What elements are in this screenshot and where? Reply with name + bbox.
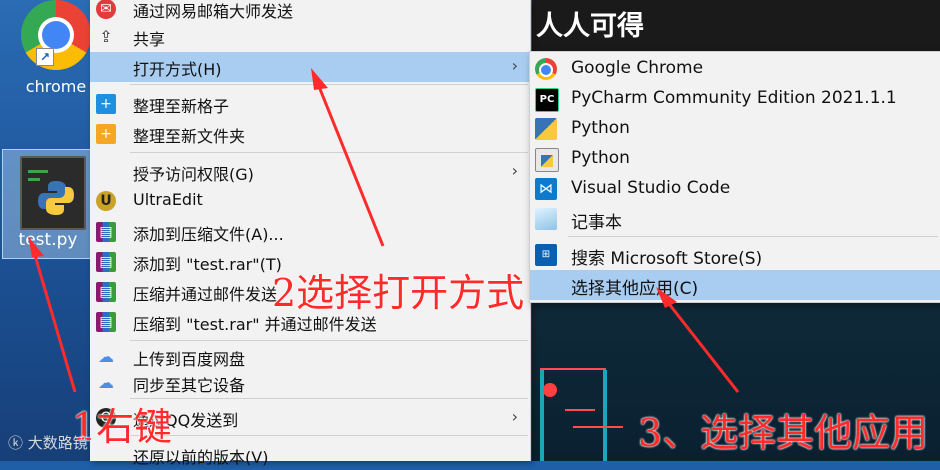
arrow-step1-head bbox=[28, 236, 44, 257]
arrow-step3-head bbox=[656, 287, 677, 308]
watermark: ⓚ 大数路镜 bbox=[8, 434, 88, 452]
annotation-arrows bbox=[28, 68, 740, 393]
arrow-step1 bbox=[32, 251, 77, 393]
arrow-step3 bbox=[664, 299, 740, 393]
arrow-step2 bbox=[316, 83, 385, 247]
annotation-step-2: 2选择打开方式 bbox=[272, 271, 525, 315]
arrow-step2-head bbox=[311, 68, 328, 90]
watermark-logo-icon: ⓚ bbox=[8, 434, 28, 452]
annotation-step-3: 3、选择其他应用 bbox=[638, 411, 929, 455]
